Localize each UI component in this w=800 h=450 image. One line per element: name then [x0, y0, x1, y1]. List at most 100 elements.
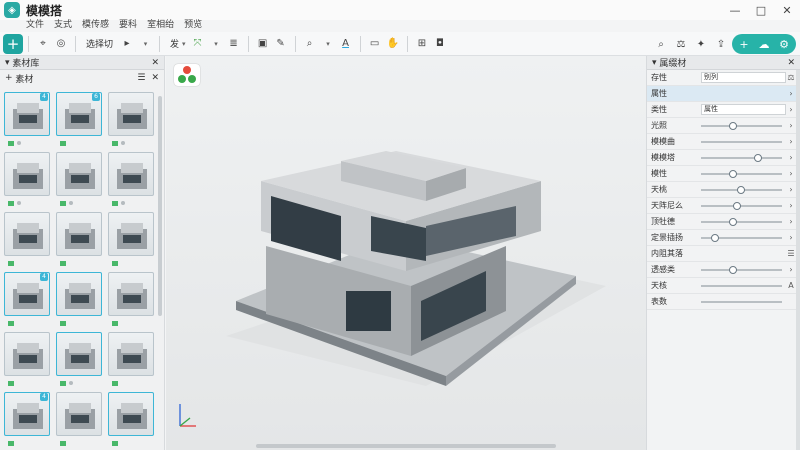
edit-icon[interactable]: ✎: [272, 34, 290, 54]
material-thumbnail[interactable]: 6: [56, 92, 102, 152]
chevron-right-icon[interactable]: ›: [786, 153, 796, 162]
property-slider[interactable]: [701, 265, 782, 274]
plus-icon[interactable]: +: [5, 73, 13, 83]
slider-knob[interactable]: [753, 153, 762, 162]
section-2-header[interactable]: 内阻其落 ☰: [647, 246, 800, 262]
play-icon[interactable]: ▸: [118, 34, 136, 54]
add-action-button[interactable]: +: [736, 38, 752, 51]
slider-knob[interactable]: [729, 121, 738, 130]
chevron-right-icon[interactable]: ›: [786, 265, 796, 274]
name-input[interactable]: 别列: [701, 72, 786, 83]
chevron-right-icon[interactable]: ›: [786, 121, 796, 130]
material-thumbnail[interactable]: 4: [4, 92, 50, 152]
chevron-down-icon[interactable]: ▾: [652, 58, 657, 68]
material-thumbnail[interactable]: [4, 332, 50, 392]
chevron-right-icon[interactable]: ›: [786, 137, 796, 146]
property-slider[interactable]: [701, 169, 782, 178]
property-slider[interactable]: [701, 217, 782, 226]
paint-icon[interactable]: ✦: [692, 34, 710, 54]
material-thumbnail[interactable]: [108, 152, 154, 212]
chevron-right-icon[interactable]: ›: [786, 105, 796, 114]
material-thumbnail[interactable]: [108, 212, 154, 272]
layers-icon[interactable]: ≣: [225, 34, 243, 54]
scale-icon[interactable]: ⚖: [786, 73, 796, 82]
property-slider[interactable]: [701, 233, 782, 242]
viewport-scrollbar[interactable]: [256, 444, 556, 448]
link-icon[interactable]: ⤧: [189, 34, 207, 54]
close-icon[interactable]: ✕: [151, 58, 159, 68]
menu-material[interactable]: 要科: [119, 17, 137, 31]
scale-icon[interactable]: ⚖: [672, 34, 690, 54]
material-thumbnail[interactable]: 4: [4, 272, 50, 332]
menu-model[interactable]: 模传感: [82, 17, 109, 31]
property-slider[interactable]: [701, 201, 782, 210]
chevron-down-icon[interactable]: ▾: [207, 34, 225, 54]
search-icon[interactable]: ⌕: [301, 34, 319, 54]
attribute-section-header[interactable]: 属性 ›: [647, 86, 800, 102]
slider-knob[interactable]: [729, 217, 738, 226]
material-thumbnail[interactable]: [56, 152, 102, 212]
type-select[interactable]: 属性: [701, 104, 786, 115]
list-icon[interactable]: ☰: [786, 249, 796, 258]
material-scrollbar[interactable]: [158, 96, 162, 316]
material-thumbnail[interactable]: [108, 92, 154, 152]
chevron-down-icon[interactable]: ▾: [319, 34, 337, 54]
add-button[interactable]: +: [3, 33, 23, 54]
menu-file[interactable]: 文件: [26, 17, 44, 31]
3d-viewport[interactable]: [166, 56, 646, 450]
chevron-right-icon[interactable]: ›: [786, 185, 796, 194]
slider-knob[interactable]: [729, 169, 738, 178]
tool-a-dropdown[interactable]: 发 ▾: [165, 34, 189, 54]
close-icon[interactable]: ✕: [787, 58, 795, 68]
chevron-right-icon[interactable]: ›: [786, 233, 796, 242]
property-slider[interactable]: [701, 153, 782, 162]
minimize-button[interactable]: —: [722, 0, 748, 20]
slider-knob[interactable]: [733, 201, 742, 210]
material-thumbnail[interactable]: [56, 272, 102, 332]
camera-icon[interactable]: ◘: [431, 34, 449, 54]
material-thumbnail[interactable]: [108, 332, 154, 392]
property-slider[interactable]: [701, 121, 782, 130]
close-button[interactable]: ✕: [774, 0, 800, 20]
cloud-icon[interactable]: ☁: [756, 38, 772, 51]
cursor-icon[interactable]: ⌖: [34, 34, 52, 54]
material-thumbnail[interactable]: [108, 272, 154, 332]
material-thumbnail[interactable]: 4: [4, 392, 50, 450]
material-thumbnail[interactable]: [108, 392, 154, 450]
chevron-right-icon[interactable]: ›: [786, 169, 796, 178]
property-slider[interactable]: [701, 300, 782, 303]
property-slider[interactable]: [701, 284, 782, 287]
material-thumbnail[interactable]: [4, 212, 50, 272]
slider-knob[interactable]: [737, 185, 746, 194]
material-thumbnail[interactable]: [56, 332, 102, 392]
property-slider[interactable]: [701, 185, 782, 194]
material-thumbnail[interactable]: [56, 392, 102, 450]
share-icon[interactable]: ⇪: [712, 34, 730, 54]
chevron-right-icon[interactable]: ›: [786, 217, 796, 226]
slider-knob[interactable]: [729, 265, 738, 274]
properties-scrollbar[interactable]: [796, 70, 800, 450]
list-icon[interactable]: ☰: [137, 73, 145, 83]
material-thumbnail[interactable]: [56, 212, 102, 272]
close-icon[interactable]: ✕: [151, 73, 159, 83]
text-color-icon[interactable]: A: [337, 34, 355, 54]
search-icon[interactable]: ⌕: [652, 34, 670, 54]
chevron-down-icon[interactable]: ▾: [5, 58, 10, 68]
box-icon[interactable]: ▣: [254, 34, 272, 54]
color-picker-widget[interactable]: [174, 64, 200, 86]
menu-edit[interactable]: 支式: [54, 17, 72, 31]
property-slider[interactable]: [701, 140, 782, 143]
chevron-right-icon[interactable]: ›: [786, 201, 796, 210]
hand-icon[interactable]: ✋: [384, 34, 402, 54]
gear-icon[interactable]: ⚙: [776, 38, 792, 51]
material-thumbnail[interactable]: [4, 152, 50, 212]
grid-icon[interactable]: ⊞: [413, 34, 431, 54]
select-mode-dropdown[interactable]: 选择切: [81, 34, 118, 54]
slider-knob[interactable]: [710, 233, 719, 242]
menu-scene[interactable]: 室相绐: [147, 17, 174, 31]
chevron-down-icon[interactable]: ▾: [136, 34, 154, 54]
monitor-icon[interactable]: ▭: [366, 34, 384, 54]
maximize-button[interactable]: □: [748, 0, 774, 20]
target-icon[interactable]: ◎: [52, 34, 70, 54]
menu-preview[interactable]: 预览: [184, 17, 202, 31]
